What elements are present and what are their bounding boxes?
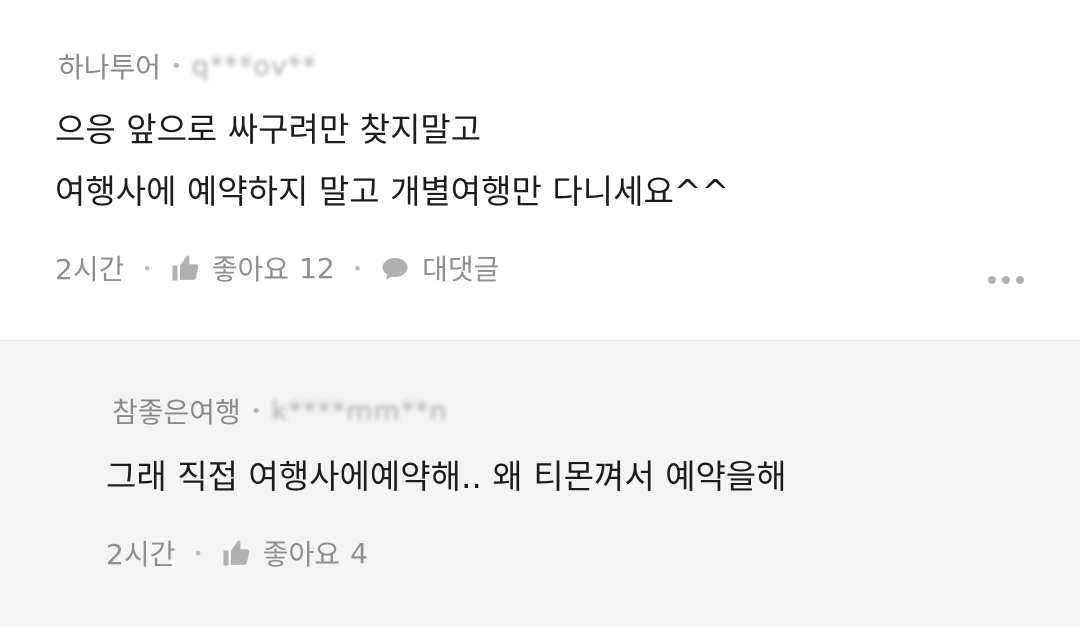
- comment-author-line: 하나투어 • q***ov**: [58, 46, 317, 86]
- like-button[interactable]: 좋아요 12: [170, 248, 335, 288]
- separator-dot: •: [193, 543, 203, 563]
- like-count: 12: [299, 251, 335, 285]
- comment-body: 으응 앞으로 싸구려만 찾지말고 여행사에 예약하지 말고 개별여행만 다니세요…: [55, 99, 729, 223]
- separator-dot: •: [142, 258, 152, 278]
- reply-meta: 2시간 • 좋아요 4: [106, 533, 368, 573]
- reply-body: 그래 직접 여행사에예약해.. 왜 티몬껴서 예약을해: [106, 457, 787, 496]
- like-label: 좋아요: [211, 253, 290, 286]
- separator-dot: •: [171, 55, 182, 77]
- separator-dot: •: [352, 258, 363, 278]
- dot-1: [988, 276, 996, 284]
- reply-label: 대댓글: [422, 253, 500, 286]
- thumbs-up-icon: [170, 253, 200, 283]
- dot-3: [1016, 276, 1024, 284]
- comment-item: 하나투어 • q***ov** 으응 앞으로 싸구려만 찾지말고 여행사에 예약…: [0, 0, 1080, 341]
- reply-like-button[interactable]: 좋아요 4: [221, 533, 368, 573]
- reply-author-line: 참좋은여행 • k****mm**n: [112, 391, 448, 431]
- comment-author-name[interactable]: 하나투어: [58, 46, 161, 86]
- speech-bubble-icon: [380, 253, 410, 283]
- dot-2: [1002, 276, 1010, 284]
- reply-author-id: k****mm**n: [271, 395, 448, 427]
- comment-meta: 2시간 • 좋아요 12 • 대댓글: [55, 248, 499, 288]
- comment-author-id: q***ov**: [191, 50, 317, 82]
- more-dots-icon[interactable]: [988, 276, 1024, 284]
- separator-dot: •: [250, 400, 262, 422]
- comment-text-line-2: 여행사에 예약하지 말고 개별여행만 다니세요^^: [55, 172, 730, 211]
- reply-author-name[interactable]: 참좋은여행: [112, 391, 241, 431]
- comment-text-line-1: 으응 앞으로 싸구려만 찾지말고: [55, 110, 482, 149]
- thumbs-up-icon: [221, 538, 251, 568]
- reply-item: 참좋은여행 • k****mm**n 그래 직접 여행사에예약해.. 왜 티몬껴…: [0, 341, 1080, 627]
- comment-time: 2시간: [55, 253, 125, 286]
- like-count: 4: [350, 536, 368, 570]
- reply-time: 2시간: [106, 538, 176, 571]
- reply-button[interactable]: 대댓글: [380, 248, 499, 288]
- like-label: 좋아요: [262, 538, 341, 571]
